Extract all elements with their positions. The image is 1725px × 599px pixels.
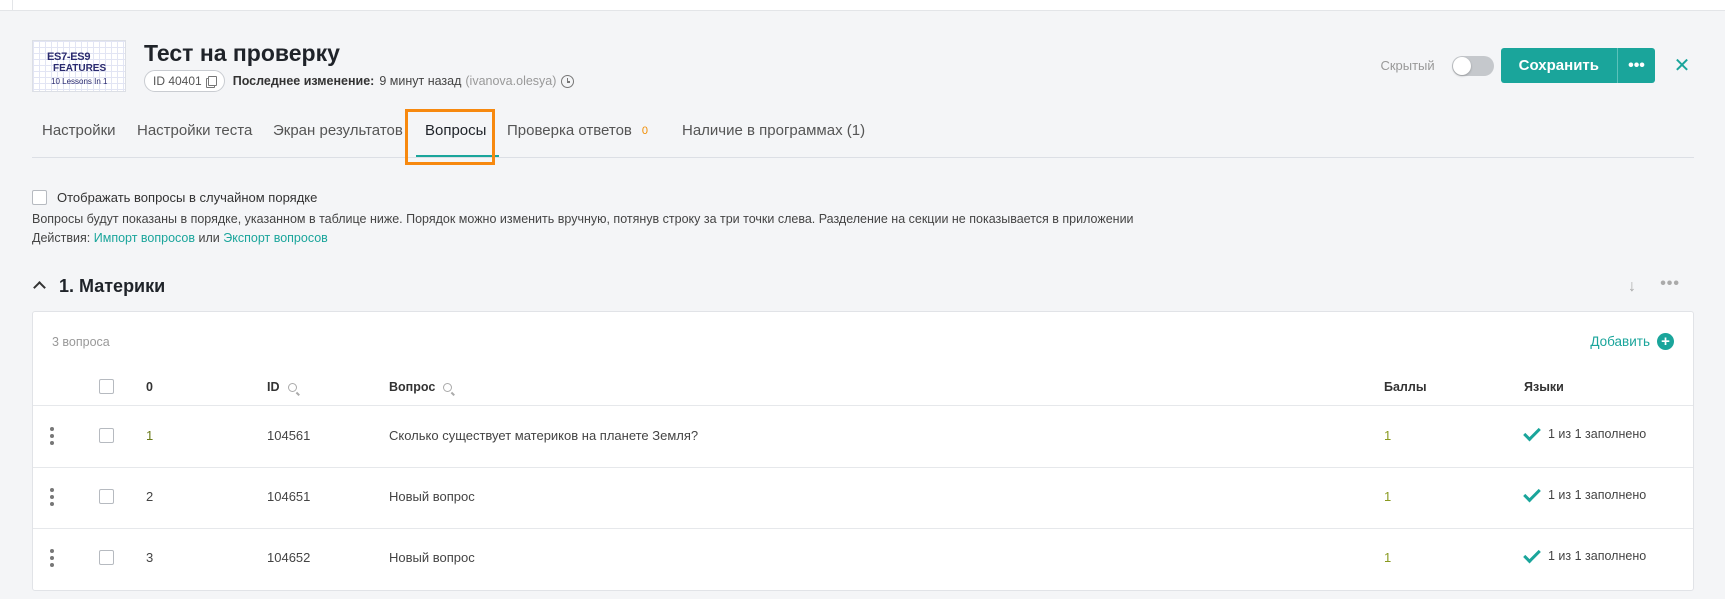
header-question-label: Вопрос: [389, 380, 436, 394]
row-languages-text: 1 из 1 заполнено: [1548, 549, 1647, 563]
row-id: 104652: [267, 550, 311, 565]
row-languages: 1 из 1 заполнено: [1523, 423, 1647, 441]
close-icon[interactable]: ✕: [1672, 53, 1692, 78]
thumbnail-line1: ES7-ES9: [47, 51, 91, 63]
check-icon: [1523, 423, 1541, 441]
last-change-value: 9 минут назад: [379, 74, 462, 88]
chevron-up-icon[interactable]: [33, 281, 46, 294]
answer-review-count: 0: [641, 125, 649, 137]
thumbnail-line2: FEATURES: [53, 63, 107, 74]
drag-handle-icon[interactable]: [50, 549, 54, 567]
meta-line: ID 40401 Последнее изменение: 9 минут на…: [144, 70, 575, 92]
save-button[interactable]: Сохранить: [1500, 48, 1617, 83]
test-thumbnail: ES7-ES9 FEATURES 10 Lessons In 1: [32, 40, 126, 92]
check-icon: [1523, 545, 1541, 563]
select-all-checkbox[interactable]: [99, 379, 114, 394]
row-id: 104561: [267, 428, 311, 443]
tab-answer-review-label: Проверка ответов: [507, 122, 632, 139]
actions-line: Действия: Импорт вопросов или Экспорт во…: [32, 231, 328, 245]
add-question-label: Добавить: [1590, 334, 1650, 349]
last-change-label: Последнее изменение:: [232, 74, 375, 88]
id-badge-text: ID 40401: [153, 74, 202, 88]
row-checkbox[interactable]: [99, 550, 114, 565]
add-question-button[interactable]: Добавить +: [1590, 333, 1674, 350]
header-score: Баллы: [1384, 380, 1427, 394]
actions-or: или: [198, 231, 220, 245]
question-count: 3 вопроса: [52, 335, 110, 349]
row-order: 2: [146, 489, 154, 504]
header-question: Вопрос: [389, 380, 453, 394]
row-score: 1: [1384, 428, 1392, 443]
order-info-text: Вопросы будут показаны в порядке, указан…: [32, 212, 1134, 226]
more-actions-button[interactable]: •••: [1617, 48, 1655, 83]
import-questions-link[interactable]: Импорт вопросов: [94, 231, 195, 245]
top-strip: [0, 0, 1725, 11]
random-order-row[interactable]: Отображать вопросы в случайном порядке: [32, 188, 317, 206]
questions-card: 3 вопроса Добавить + 0 ID Вопрос Баллы Я…: [32, 311, 1694, 591]
thumbnail-line3: 10 Lessons In 1: [51, 77, 108, 86]
random-order-label: Отображать вопросы в случайном порядке: [57, 189, 318, 205]
drag-handle-icon[interactable]: [50, 427, 54, 445]
row-languages-text: 1 из 1 заполнено: [1548, 488, 1647, 502]
header-id: ID: [267, 380, 297, 394]
random-order-option: Отображать вопросы в случайном порядке: [32, 188, 317, 206]
top-strip-divider: [12, 0, 13, 11]
plus-circle-icon: +: [1657, 333, 1674, 350]
row-score: 1: [1384, 489, 1392, 504]
section-title: 1. Материки: [59, 276, 166, 296]
tab-settings[interactable]: Настройки: [42, 122, 116, 139]
question-search-icon[interactable]: [443, 383, 453, 392]
id-badge[interactable]: ID 40401: [144, 70, 225, 92]
highlight-box: [405, 109, 495, 165]
id-search-icon[interactable]: [287, 383, 297, 392]
copy-icon[interactable]: [205, 75, 217, 88]
export-questions-link[interactable]: Экспорт вопросов: [223, 231, 328, 245]
row-languages-text: 1 из 1 заполнено: [1548, 427, 1647, 441]
page-title: Тест на проверку: [144, 40, 340, 66]
header-languages: Языки: [1524, 380, 1564, 394]
header: ES7-ES9 FEATURES 10 Lessons In 1 Тест на…: [32, 40, 1692, 96]
arrow-down-icon[interactable]: ↓: [1628, 278, 1636, 296]
last-change-user: (ivanova.olesya): [465, 74, 557, 88]
history-clock-icon[interactable]: [561, 74, 575, 88]
header-id-label: ID: [267, 380, 280, 394]
section-header: 1. Материки ↓ •••: [32, 275, 1694, 301]
table-row[interactable]: 3 104652 Новый вопрос 1 1 из 1 заполнено: [33, 529, 1693, 590]
row-score: 1: [1384, 550, 1392, 565]
table-row[interactable]: 1 104561 Сколько существует материков на…: [33, 407, 1693, 468]
tab-test-settings[interactable]: Настройки теста: [137, 122, 252, 139]
tab-programs[interactable]: Наличие в программах (1): [682, 122, 865, 139]
table-header: 0 ID Вопрос Баллы Языки: [33, 374, 1693, 406]
actions-prefix: Действия:: [32, 231, 91, 245]
drag-handle-icon[interactable]: [50, 488, 54, 506]
section-more-icon[interactable]: •••: [1660, 275, 1680, 293]
hidden-label: Скрытый: [1380, 58, 1435, 73]
check-icon: [1523, 484, 1541, 502]
table-row[interactable]: 2 104651 Новый вопрос 1 1 из 1 заполнено: [33, 468, 1693, 529]
random-order-checkbox[interactable]: [32, 189, 47, 205]
hidden-toggle[interactable]: [1451, 55, 1494, 76]
row-question[interactable]: Сколько существует материков на планете …: [389, 428, 698, 443]
row-order: 3: [146, 550, 154, 565]
row-languages: 1 из 1 заполнено: [1523, 484, 1647, 502]
header-order: 0: [146, 380, 153, 394]
row-id: 104651: [267, 489, 311, 504]
row-languages: 1 из 1 заполнено: [1523, 545, 1647, 563]
tab-results-screen[interactable]: Экран результатов: [273, 122, 403, 139]
row-question[interactable]: Новый вопрос: [389, 550, 475, 565]
tabs-bar: Настройки Настройки теста Экран результа…: [32, 110, 1694, 158]
row-question[interactable]: Новый вопрос: [389, 489, 475, 504]
row-checkbox[interactable]: [99, 489, 114, 504]
row-order: 1: [146, 428, 154, 443]
header-controls: Скрытый Сохранить ••• ✕: [1380, 48, 1692, 83]
tab-answer-review[interactable]: Проверка ответов 0: [507, 122, 648, 139]
row-checkbox[interactable]: [99, 428, 114, 443]
